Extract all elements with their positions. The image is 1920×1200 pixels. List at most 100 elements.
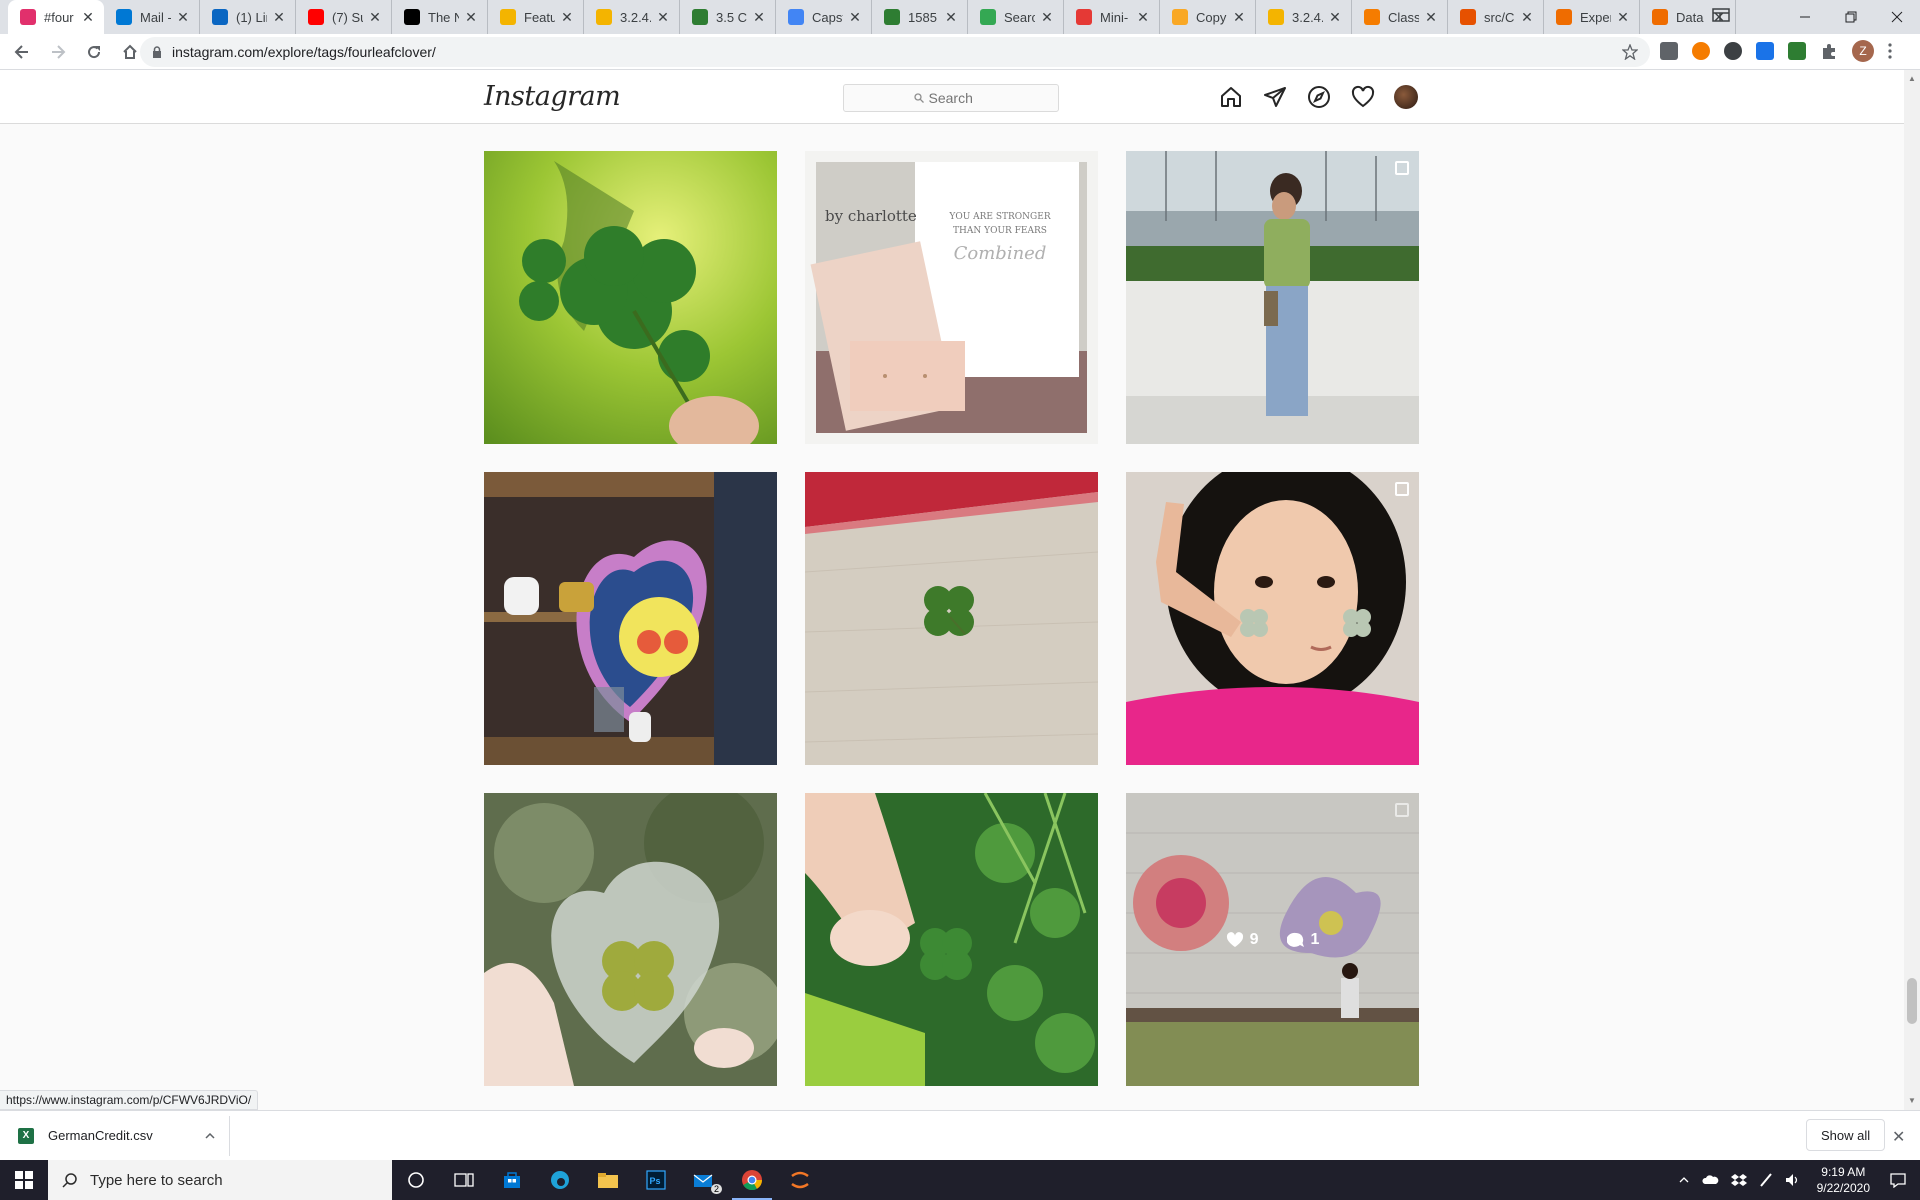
tab-close-icon[interactable]: ✕	[1327, 9, 1343, 26]
extension-circle-icon[interactable]	[1724, 42, 1742, 60]
volume-icon[interactable]	[1785, 1173, 1801, 1187]
chevron-up-icon[interactable]	[1679, 1177, 1689, 1183]
download-item[interactable]: X GermanCredit.csv	[0, 1115, 230, 1156]
dropbox-icon[interactable]	[1730, 1173, 1747, 1187]
browser-tab[interactable]: Searc ✕	[968, 0, 1064, 34]
browser-tab[interactable]: Copy ✕	[1160, 0, 1256, 34]
browser-tab[interactable]: Class ✕	[1352, 0, 1448, 34]
minimize-button[interactable]	[1782, 2, 1828, 32]
browser-tab[interactable]: (7) Su✕	[296, 0, 392, 34]
forward-button[interactable]	[44, 38, 72, 66]
profile-avatar[interactable]: Z	[1852, 40, 1874, 62]
tab-close-icon[interactable]: ✕	[175, 9, 191, 26]
browser-tab[interactable]: #four ✕	[8, 0, 104, 34]
close-download-bar-icon[interactable]: ✕	[1892, 1127, 1905, 1147]
browser-tab[interactable]: src/C ✕	[1448, 0, 1544, 34]
task-view-button[interactable]	[440, 1160, 488, 1200]
pen-icon[interactable]	[1759, 1172, 1773, 1188]
extension-g-icon[interactable]	[1660, 42, 1678, 60]
browser-tab[interactable]: Mail - ✕	[104, 0, 200, 34]
mail-button[interactable]: 2	[680, 1160, 728, 1200]
microsoft-store-button[interactable]	[488, 1160, 536, 1200]
browser-tab[interactable]: Capst ✕	[776, 0, 872, 34]
scroll-up-icon[interactable]: ▲	[1908, 74, 1916, 83]
ig-search-input[interactable]	[928, 90, 989, 106]
tab-close-icon[interactable]: ✕	[559, 9, 575, 26]
tab-close-icon[interactable]: ✕	[655, 9, 671, 26]
tab-close-icon[interactable]: ✕	[1423, 9, 1439, 26]
activity-heart-icon[interactable]	[1350, 84, 1376, 110]
tab-close-icon[interactable]: ✕	[1039, 9, 1055, 26]
tab-close-icon[interactable]: ✕	[1615, 9, 1631, 26]
post-flower-mural[interactable]: 9 1	[1126, 793, 1419, 1086]
tab-close-icon[interactable]: ✕	[1519, 9, 1535, 26]
home-icon[interactable]	[1218, 84, 1244, 110]
windows-logo-icon	[15, 1171, 33, 1189]
browser-tab[interactable]: Exper ✕	[1544, 0, 1640, 34]
extension-book-icon[interactable]	[1788, 42, 1806, 60]
post-girl-face-paint[interactable]	[1126, 472, 1419, 765]
post-clover-on-wood[interactable]	[805, 472, 1098, 765]
windows-start-button[interactable]	[0, 1160, 48, 1200]
instagram-logo[interactable]: Instagram	[484, 81, 621, 112]
tab-close-icon[interactable]: ✕	[847, 9, 863, 26]
extension-orange-icon[interactable]	[1692, 42, 1710, 60]
tab-close-icon[interactable]: ✕	[367, 9, 383, 26]
tab-close-icon[interactable]: ✕	[80, 9, 96, 26]
tab-close-icon[interactable]: ✕	[751, 9, 767, 26]
post-by-charlotte-jewelry[interactable]: by charlotte YOU ARE STRONGER THAN YOUR …	[805, 151, 1098, 444]
edge-button[interactable]	[536, 1160, 584, 1200]
tab-label: Copy	[1196, 9, 1227, 25]
tab-close-icon[interactable]: ✕	[271, 9, 287, 26]
back-button[interactable]	[8, 38, 36, 66]
browser-tab[interactable]: Featu ✕	[488, 0, 584, 34]
resin-heart-photo	[484, 793, 777, 1086]
browser-tab[interactable]: 1585 ✕	[872, 0, 968, 34]
direct-messages-icon[interactable]	[1262, 84, 1288, 110]
browser-tab[interactable]: Mini- ✕	[1064, 0, 1160, 34]
tab-close-icon[interactable]: ✕	[1231, 9, 1247, 26]
address-bar[interactable]: instagram.com/explore/tags/fourleafclove…	[140, 37, 1650, 67]
restore-button[interactable]	[1828, 2, 1874, 32]
chrome-icon	[742, 1170, 763, 1191]
scrollbar-thumb[interactable]	[1907, 978, 1917, 1024]
scroll-down-icon[interactable]: ▼	[1908, 1096, 1916, 1105]
browser-tab[interactable]: 3.5 Ca✕	[680, 0, 776, 34]
bookmark-star-icon[interactable]	[1622, 44, 1638, 60]
photoshop-button[interactable]: Ps	[632, 1160, 680, 1200]
taskbar-search-box[interactable]: Type here to search	[48, 1160, 392, 1200]
close-window-button[interactable]	[1874, 2, 1920, 32]
tab-close-icon[interactable]: ✕	[943, 9, 959, 26]
cortana-button[interactable]	[392, 1160, 440, 1200]
extensions-puzzle-icon[interactable]	[1820, 42, 1838, 60]
chrome-button[interactable]	[728, 1160, 776, 1200]
reload-button[interactable]	[80, 38, 108, 66]
show-all-button[interactable]: Show all	[1806, 1119, 1886, 1151]
chevron-up-icon[interactable]	[205, 1132, 215, 1139]
tab-close-icon[interactable]: ✕	[463, 9, 479, 26]
tab-close-icon[interactable]: ✕	[1135, 9, 1151, 26]
ig-search-box[interactable]	[843, 84, 1059, 112]
file-explorer-button[interactable]	[584, 1160, 632, 1200]
explore-compass-icon[interactable]	[1306, 84, 1332, 110]
post-resin-heart[interactable]	[484, 793, 777, 1086]
browser-tab-strip: #four✕Mail -✕(1) Lir✕(7) Su✕The N✕Featu✕…	[0, 0, 1920, 34]
post-clover-in-grass[interactable]	[805, 793, 1098, 1086]
post-heart-shelf[interactable]	[484, 472, 777, 765]
onedrive-cloud-icon[interactable]	[1701, 1175, 1719, 1185]
post-woman-harbor[interactable]	[1126, 151, 1419, 444]
menu-dots-icon[interactable]	[1888, 43, 1892, 59]
jupyter-button[interactable]	[776, 1160, 824, 1200]
browser-tab[interactable]: The N ✕	[392, 0, 488, 34]
notifications-icon[interactable]	[1890, 1172, 1906, 1188]
browser-tab[interactable]: (1) Lir ✕	[200, 0, 296, 34]
extension-m-icon[interactable]	[1756, 42, 1774, 60]
tab-label: 3.2.4.	[620, 9, 651, 25]
page-scrollbar[interactable]: ▲ ▼	[1904, 70, 1920, 1110]
ig-profile-avatar[interactable]	[1394, 85, 1418, 109]
browser-tab[interactable]: 3.2.4. ✕	[584, 0, 680, 34]
taskbar-clock[interactable]: 9:19 AM 9/22/2020	[1817, 1164, 1870, 1196]
tab-search-button[interactable]	[1708, 4, 1734, 26]
browser-tab[interactable]: 3.2.4. ✕	[1256, 0, 1352, 34]
post-clover-sunlit[interactable]	[484, 151, 777, 444]
